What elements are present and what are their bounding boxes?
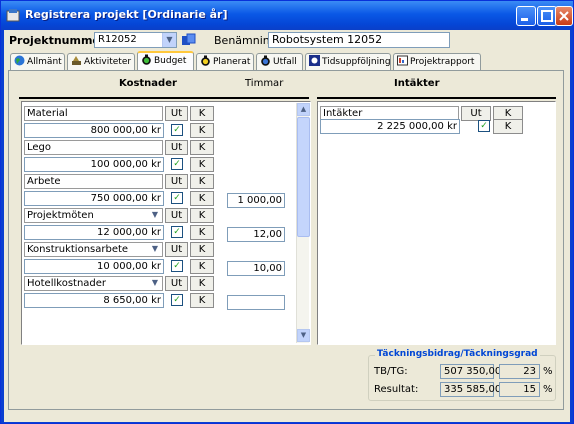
cost-row-k-button[interactable]: K (190, 157, 214, 172)
cost-row-amount[interactable]: 800 000,00 kr (24, 123, 164, 138)
money-bag-icon (142, 54, 151, 65)
tab-tidsuppfoljning[interactable]: Tidsuppföljning (305, 53, 391, 70)
tbtg-label: TB/TG: (374, 366, 408, 377)
cost-row-k-header[interactable]: K (190, 106, 214, 121)
cost-row-ut-button[interactable]: Ut (165, 208, 188, 223)
resultat-amount: 335 585,00 (440, 382, 501, 397)
chevron-down-icon[interactable]: ▼ (149, 277, 161, 289)
tab-utfall[interactable]: Utfall (256, 53, 303, 70)
cost-row-hours[interactable] (227, 295, 285, 310)
report-icon (397, 55, 408, 66)
cost-row-ut-checkbox[interactable]: ✓ (171, 294, 183, 306)
scroll-thumb[interactable] (297, 117, 310, 237)
cost-row-hours[interactable]: 12,00 (227, 227, 285, 242)
tbtg-amount: 507 350,00 (440, 364, 501, 379)
intakter-divider (317, 97, 556, 99)
cost-list[interactable]: Material Ut K 800 000,00 kr ✓ K Lego Ut K 100 000… (21, 101, 311, 345)
cost-row-ut-button[interactable]: Ut (165, 106, 188, 121)
cost-row-k-button[interactable]: K (190, 259, 214, 274)
income-list[interactable]: Intäkter Ut K 2 225 000,00 kr ✓ K (317, 101, 556, 345)
cost-row-k-header[interactable]: K (190, 208, 214, 223)
cost-row-amount[interactable]: 10 000,00 kr (24, 259, 164, 274)
cost-row-k-header[interactable]: K (190, 140, 214, 155)
tbtg-percent-sign: % (543, 366, 553, 377)
gear-icon (309, 55, 320, 66)
cost-list-scrollbar[interactable]: ▲ ▼ (296, 103, 310, 343)
cost-row-k-button[interactable]: K (190, 293, 214, 308)
minimize-button[interactable] (516, 6, 536, 26)
income-row-ut-button[interactable]: Ut (461, 106, 491, 121)
cost-row-name: Hotellkostnader (24, 276, 163, 291)
cost-row-ut-checkbox[interactable]: ✓ (171, 192, 183, 204)
tab-aktiviteter[interactable]: Aktiviteter (67, 53, 135, 70)
cost-row-ut-checkbox[interactable]: ✓ (171, 226, 183, 238)
lookup-icon[interactable] (181, 33, 197, 47)
scroll-up-icon[interactable]: ▲ (297, 103, 310, 116)
cost-row-amount[interactable]: 100 000,00 kr (24, 157, 164, 172)
tools-icon (72, 56, 81, 65)
money-bag-icon (201, 55, 210, 66)
title-bar[interactable]: Registrera projekt [Ordinarie år] (1, 1, 573, 30)
cost-row-k-header[interactable]: K (190, 242, 214, 257)
window-client-area: Projektnummer: R12052 ▼ Benämning Robots… (4, 30, 570, 422)
projektnummer-combo[interactable]: R12052 ▼ (94, 32, 177, 48)
tbtg-percent: 23 (499, 364, 540, 379)
maximize-button[interactable] (537, 6, 557, 26)
cost-row-ut-checkbox[interactable]: ✓ (171, 260, 183, 272)
chevron-down-icon[interactable]: ▼ (162, 33, 176, 47)
cost-row-amount[interactable]: 8 650,00 kr (24, 293, 164, 308)
app-window: Registrera projekt [Ordinarie år] Projek… (0, 0, 574, 424)
cost-row-hours[interactable]: 1 000,00 (227, 193, 285, 208)
projektnummer-value: R12052 (98, 34, 137, 45)
chevron-down-icon[interactable]: ▼ (149, 243, 161, 255)
timmar-heading: Timmar (245, 78, 284, 89)
maximize-icon (541, 10, 553, 22)
minimize-icon (521, 18, 528, 21)
globe-icon (14, 55, 25, 66)
cost-row-ut-button[interactable]: Ut (165, 174, 188, 189)
tab-planerat[interactable]: Planerat (196, 53, 254, 70)
tb-tg-title: Täckningsbidrag/Täckningsgrad (375, 349, 540, 359)
cost-row-hours[interactable]: 10,00 (227, 261, 285, 276)
tab-budget[interactable]: Budget (137, 51, 194, 71)
income-row-amount[interactable]: 2 225 000,00 kr (320, 119, 460, 134)
cost-row-k-button[interactable]: K (190, 225, 214, 240)
cost-row-name: Projektmöten (24, 208, 163, 223)
cost-row-k-button[interactable]: K (190, 123, 214, 138)
tab-projektrapport[interactable]: Projektrapport (393, 53, 481, 70)
budget-panel: Kostnader Timmar Intäkter Material Ut K 800… (8, 70, 564, 410)
app-icon (6, 9, 20, 22)
resultat-percent-sign: % (543, 384, 553, 395)
cost-row-ut-checkbox[interactable]: ✓ (171, 158, 183, 170)
resultat-label: Resultat: (374, 384, 419, 395)
close-button[interactable] (555, 6, 573, 26)
cost-row-ut-button[interactable]: Ut (165, 140, 188, 155)
intakter-heading: Intäkter (394, 78, 440, 89)
window-title: Registrera projekt [Ordinarie år] (25, 8, 228, 21)
cost-row-name: Arbete (24, 174, 163, 189)
close-icon (559, 11, 569, 21)
cost-row-name: Konstruktionsarbete (24, 242, 163, 257)
tb-tg-groupbox: Täckningsbidrag/Täckningsgrad TB/TG: 507… (368, 349, 556, 401)
cost-row-ut-button[interactable]: Ut (165, 242, 188, 257)
cost-row-amount[interactable]: 12 000,00 kr (24, 225, 164, 240)
cost-row-ut-button[interactable]: Ut (165, 276, 188, 291)
cost-row-name: Lego (24, 140, 163, 155)
income-row-ut-checkbox[interactable]: ✓ (478, 120, 490, 132)
cost-row-k-button[interactable]: K (190, 191, 214, 206)
cost-row-ut-checkbox[interactable]: ✓ (171, 124, 183, 136)
resultat-percent: 15 (499, 382, 540, 397)
kostnader-divider (19, 97, 309, 99)
cost-row-name: Material (24, 106, 163, 121)
scroll-down-icon[interactable]: ▼ (297, 329, 310, 342)
cost-row-amount[interactable]: 750 000,00 kr (24, 191, 164, 206)
money-bag-icon (261, 55, 270, 66)
income-row-k-button[interactable]: K (493, 119, 523, 134)
tab-allmant[interactable]: Allmänt (10, 53, 65, 70)
chevron-down-icon[interactable]: ▼ (149, 209, 161, 221)
cost-row-k-header[interactable]: K (190, 174, 214, 189)
benamning-field[interactable]: Robotsystem 12052 (268, 32, 450, 48)
kostnader-heading: Kostnader (119, 78, 177, 89)
cost-row-k-header[interactable]: K (190, 276, 214, 291)
